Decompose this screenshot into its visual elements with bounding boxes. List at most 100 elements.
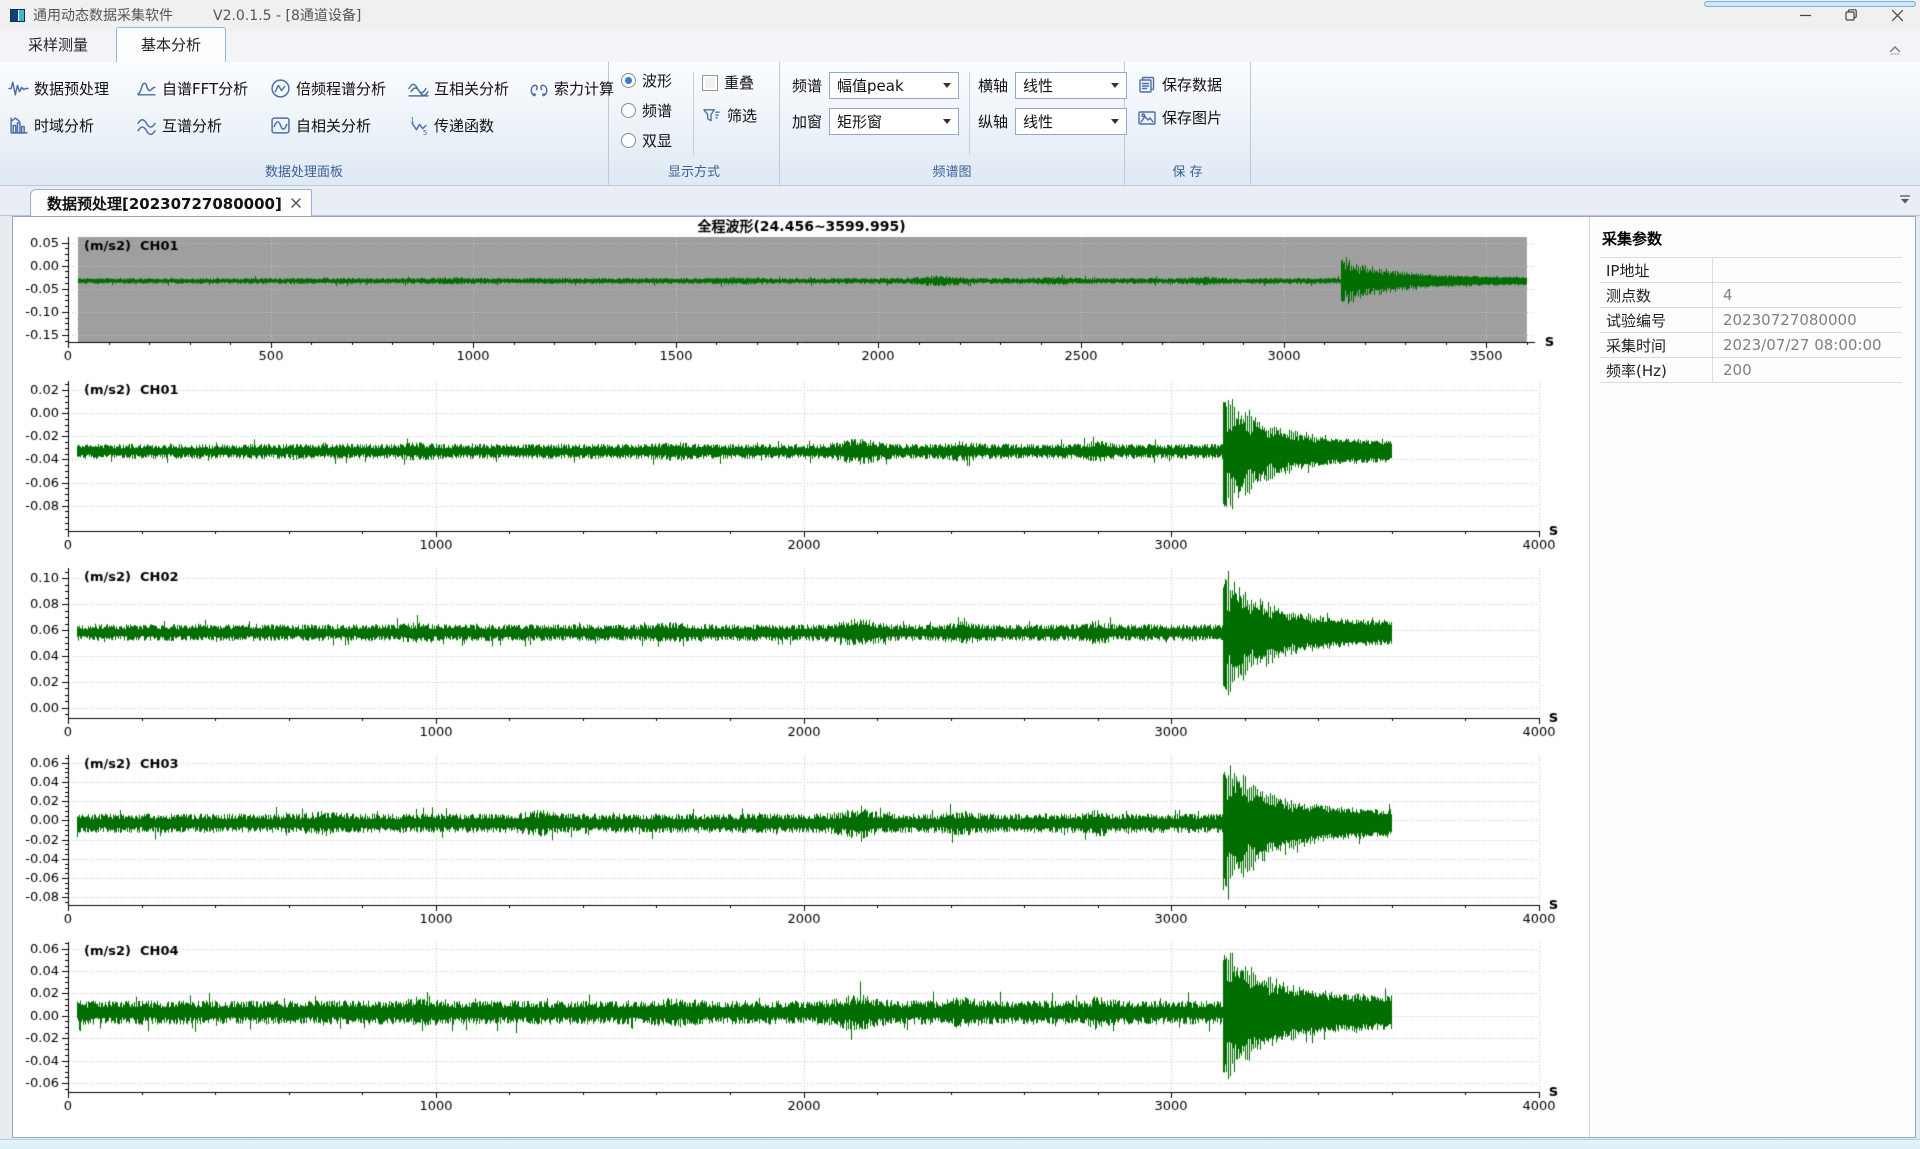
param-value: 20230727080000 <box>1712 308 1902 332</box>
params-panel-title: 采集参数 <box>1590 217 1915 257</box>
chevron-down-icon <box>943 83 951 88</box>
boxed-wave-icon <box>270 115 291 136</box>
param-value: 4 <box>1712 283 1902 307</box>
waveform-charts-canvas[interactable] <box>15 219 1588 1137</box>
radio-dual-display[interactable]: 双显 <box>621 130 693 151</box>
button-label: 互相关分析 <box>434 78 509 99</box>
document-tab-label: 数据预处理[20230727080000] <box>47 193 282 214</box>
filter-label: 筛选 <box>727 105 757 126</box>
ribbon-tab-bar: 采样测量 基本分析 <box>0 30 1920 62</box>
title-bar: 通用动态数据采集软件 V2.0.1.5 - [8通道设备] <box>0 0 1920 30</box>
radio-selected-icon <box>621 73 636 88</box>
radio-label: 波形 <box>642 70 672 91</box>
radio-waveform[interactable]: 波形 <box>621 70 693 91</box>
group-display-mode: 波形 频谱 双显 重叠 <box>609 62 780 185</box>
ribbon-empty-area <box>1251 62 1920 185</box>
radio-label: 双显 <box>642 130 672 151</box>
button-label: 自谱FFT分析 <box>162 78 248 99</box>
window-type-select[interactable]: 矩形窗 <box>829 108 959 135</box>
cable-loops-icon <box>528 78 549 99</box>
filter-button[interactable]: 筛选 <box>702 105 757 126</box>
transfer-function-button[interactable]: 15 传递函数 <box>408 115 528 136</box>
octave-spectrum-button[interactable]: 倍频程谱分析 <box>270 78 408 99</box>
tab-basic-analysis[interactable]: 基本分析 <box>116 27 226 63</box>
radio-label: 频谱 <box>642 100 672 121</box>
main-content-panel: 采集参数 IP地址 测点数 4 试验编号 20230727080000 采集时间… <box>12 216 1916 1138</box>
button-label: 传递函数 <box>434 115 494 136</box>
group-save: 保存数据 保存图片 保 存 <box>1125 62 1251 185</box>
x-axis-scale-label: 横轴 <box>978 75 1008 96</box>
save-data-button[interactable]: 保存数据 <box>1137 74 1222 95</box>
preprocess-button[interactable]: 数据预处理 <box>8 78 136 99</box>
minimize-icon <box>1800 10 1811 21</box>
auto-correlation-button[interactable]: 自相关分析 <box>270 115 408 136</box>
button-label: 互谱分析 <box>162 115 222 136</box>
param-value <box>1712 258 1902 282</box>
button-label: 数据预处理 <box>34 78 109 99</box>
button-label: 保存图片 <box>1162 107 1222 128</box>
table-row: 试验编号 20230727080000 <box>1600 308 1902 333</box>
tab-list-button[interactable] <box>1898 192 1912 210</box>
tab-list-icon <box>1898 194 1912 206</box>
group-data-processing: 数据预处理 自谱FFT分析 倍频程谱分析 互相关分析 索力计算 <box>0 62 609 185</box>
restore-icon <box>1845 9 1857 21</box>
divider <box>969 72 970 155</box>
button-label: 自相关分析 <box>296 115 371 136</box>
svg-text:5: 5 <box>423 128 428 136</box>
button-label: 时域分析 <box>34 115 94 136</box>
cross-correlation-button[interactable]: 互相关分析 <box>408 78 528 99</box>
chevron-down-icon <box>1111 119 1119 124</box>
y-axis-scale-label: 纵轴 <box>978 111 1008 132</box>
params-table: IP地址 测点数 4 试验编号 20230727080000 采集时间 2023… <box>1600 257 1902 383</box>
waveform-icon <box>8 78 29 99</box>
close-icon <box>291 198 301 208</box>
cable-force-button[interactable]: 索力计算 <box>528 78 614 99</box>
dual-wave-icon <box>408 78 429 99</box>
spectrum-curve-icon <box>136 78 157 99</box>
param-label: 测点数 <box>1600 283 1712 307</box>
save-image-button[interactable]: 保存图片 <box>1137 107 1222 128</box>
param-label: 试验编号 <box>1600 308 1712 332</box>
overlay-checkbox[interactable]: 重叠 <box>702 72 757 93</box>
document-tab[interactable]: 数据预处理[20230727080000] <box>30 189 312 216</box>
ribbon-collapse-button[interactable] <box>1884 40 1906 58</box>
chevron-down-icon <box>1111 83 1119 88</box>
param-value: 200 <box>1712 358 1902 382</box>
select-value: 线性 <box>1023 75 1107 96</box>
window-title-version: V2.0.1.5 - [8通道设备] <box>213 5 361 25</box>
group-label-data-processing: 数据处理面板 <box>0 161 608 185</box>
select-value: 幅值peak <box>837 75 939 96</box>
radio-icon <box>621 103 636 118</box>
cross-spectrum-button[interactable]: 互谱分析 <box>136 115 270 136</box>
param-value: 2023/07/27 08:00:00 <box>1712 333 1902 357</box>
funnel-icon <box>702 106 721 125</box>
group-label-save: 保 存 <box>1125 161 1250 185</box>
doc-tab-close-button[interactable] <box>291 198 301 208</box>
octave-chart-icon <box>270 78 291 99</box>
auto-fft-button[interactable]: 自谱FFT分析 <box>136 78 270 99</box>
x-axis-scale-select[interactable]: 线性 <box>1015 72 1127 99</box>
group-label-display-mode: 显示方式 <box>609 161 779 185</box>
spectrum-type-select[interactable]: 幅值peak <box>829 72 959 99</box>
table-row: 测点数 4 <box>1600 283 1902 308</box>
double-curve-icon <box>136 115 157 136</box>
group-spectrum-settings: 频谱 幅值peak 加窗 矩形窗 <box>780 62 1125 185</box>
y-axis-scale-select[interactable]: 线性 <box>1015 108 1127 135</box>
chevron-down-icon <box>943 119 951 124</box>
param-label: IP地址 <box>1600 258 1712 282</box>
window-title-app: 通用动态数据采集软件 <box>33 5 173 25</box>
button-label: 倍频程谱分析 <box>296 78 386 99</box>
button-label: 保存数据 <box>1162 74 1222 95</box>
tab-sampling[interactable]: 采样测量 <box>4 28 112 62</box>
document-tab-bar: 数据预处理[20230727080000] <box>0 187 1920 216</box>
save-image-icon <box>1137 108 1157 128</box>
chevron-up-icon <box>1887 42 1903 56</box>
radio-spectrum[interactable]: 频谱 <box>621 100 693 121</box>
radio-icon <box>621 133 636 148</box>
checkbox-label: 重叠 <box>724 72 754 93</box>
app-icon <box>10 9 25 22</box>
status-bar <box>0 1139 1920 1149</box>
close-icon <box>1892 10 1903 21</box>
time-domain-button[interactable]: 时域分析 <box>8 115 136 136</box>
table-row: 频率(Hz) 200 <box>1600 358 1902 383</box>
